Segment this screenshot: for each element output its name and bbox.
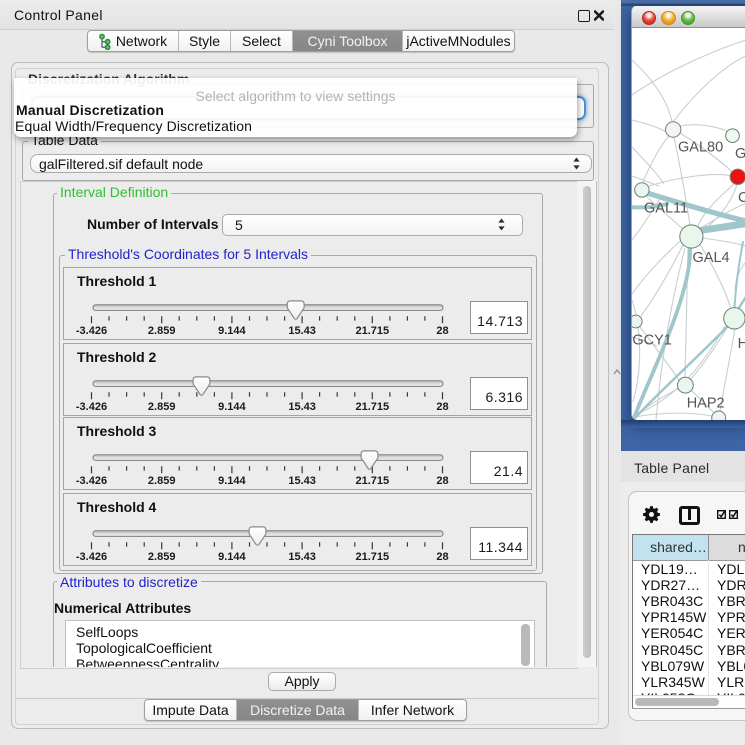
svg-text:28: 28	[436, 475, 448, 487]
svg-text:2.859: 2.859	[148, 551, 176, 563]
svg-text:GA: GA	[735, 146, 745, 162]
svg-text:9.144: 9.144	[218, 401, 246, 413]
svg-text:HAP2: HAP2	[687, 396, 725, 412]
svg-text:15.43: 15.43	[288, 551, 316, 563]
svg-text:15.43: 15.43	[288, 401, 316, 413]
svg-text:28: 28	[436, 551, 448, 563]
svg-text:2.859: 2.859	[148, 401, 176, 413]
svg-text:C: C	[738, 190, 745, 206]
svg-text:H: H	[738, 336, 745, 352]
svg-text:21.715: 21.715	[355, 401, 389, 413]
svg-text:-3.426: -3.426	[76, 401, 107, 413]
svg-text:GAL4: GAL4	[693, 250, 730, 266]
svg-text:-3.426: -3.426	[76, 325, 107, 337]
svg-text:9.144: 9.144	[218, 325, 246, 337]
svg-text:21.715: 21.715	[355, 551, 389, 563]
svg-text:9.144: 9.144	[218, 551, 246, 563]
svg-text:15.43: 15.43	[288, 475, 316, 487]
svg-text:28: 28	[436, 325, 448, 337]
svg-text:2.859: 2.859	[148, 325, 176, 337]
svg-text:9.144: 9.144	[218, 475, 246, 487]
svg-text:21.715: 21.715	[355, 475, 389, 487]
svg-text:GCY1: GCY1	[632, 333, 672, 349]
svg-text:28: 28	[436, 401, 448, 413]
svg-text:21.715: 21.715	[355, 325, 389, 337]
svg-text:GAL11: GAL11	[644, 201, 688, 217]
svg-text:GAL80: GAL80	[678, 140, 723, 156]
svg-text:-3.426: -3.426	[76, 551, 107, 563]
svg-text:15.43: 15.43	[288, 325, 316, 337]
svg-text:-3.426: -3.426	[76, 475, 107, 487]
svg-text:2.859: 2.859	[148, 475, 176, 487]
